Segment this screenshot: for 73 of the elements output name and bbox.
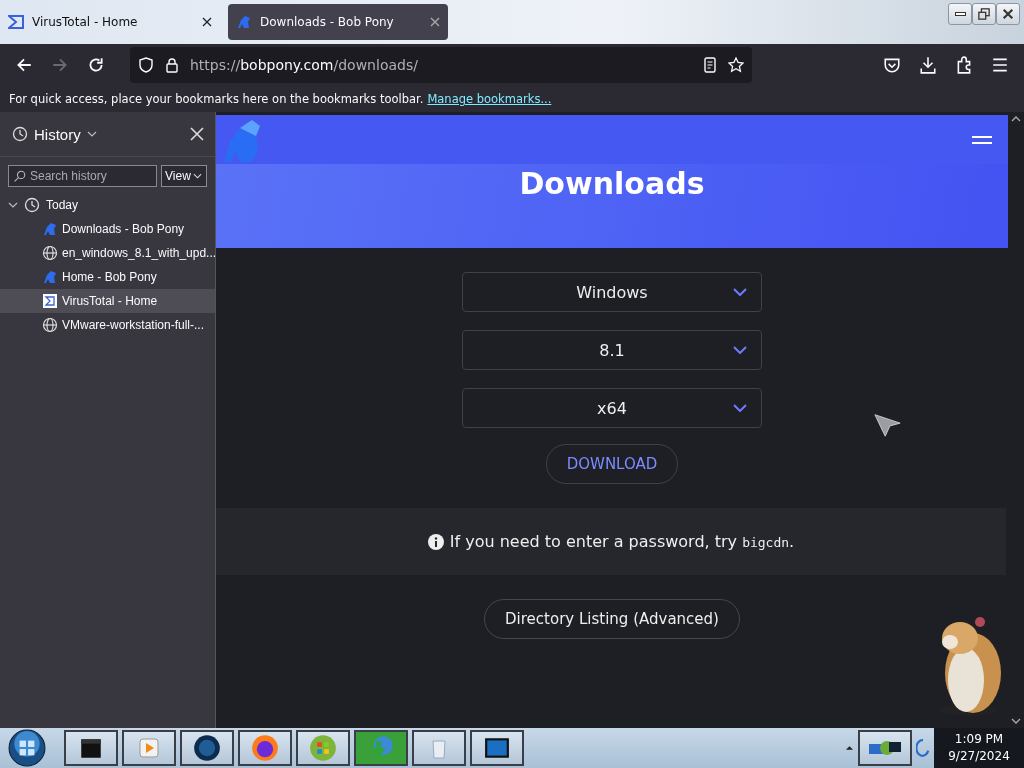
back-icon[interactable] [15,56,33,74]
chevron-icon [733,404,747,412]
globe-icon [42,317,58,333]
scroll-down-icon[interactable] [1011,718,1021,724]
clock-icon [24,197,40,213]
minimize-button[interactable] [948,3,972,25]
bookmarks-message: For quick access, place your bookmarks here on the bookmarks toolbar. [9,92,424,106]
pony-icon [236,14,252,30]
restore-button[interactable] [972,3,996,25]
extensions-icon[interactable] [955,56,973,74]
chevron-icon [733,288,747,296]
close-icon[interactable] [202,17,212,27]
dropdown[interactable]: Windows [462,272,762,312]
pony-icon [42,221,58,237]
windows-logo-icon[interactable] [296,730,350,766]
url-text: https://bobpony.com/downloads/ [190,57,418,73]
taskbar-app-icon[interactable] [64,730,118,766]
search-field[interactable]: Search history [8,165,157,187]
chevron-icon [192,173,202,179]
view-button[interactable]: View [161,165,207,187]
address-bar[interactable]: https://bobpony.com/downloads/ [130,47,752,83]
chevron-icon[interactable] [86,131,97,137]
sidebar-title[interactable]: History [34,125,81,143]
start-button[interactable] [8,729,46,767]
page-heading: Downloads [518,165,706,201]
minimize-icon [954,12,966,16]
scrollbar[interactable] [1008,112,1024,728]
close-button[interactable] [996,3,1020,25]
reader-view-icon[interactable] [702,57,718,73]
monitor-icon[interactable] [470,730,524,766]
menu-icon[interactable] [991,56,1009,74]
clock-date: 9/27/2024 [948,748,1010,765]
pocket-icon[interactable] [883,56,901,74]
tray-icon[interactable] [916,738,930,758]
forward-icon[interactable] [51,56,69,74]
twisty-icon[interactable] [8,200,18,210]
tab-title: VirusTotal - Home [32,15,139,29]
history-item[interactable]: en_windows_8.1_with_upd... [0,241,215,265]
chevron-icon [733,346,747,354]
recycle-bin-icon[interactable] [412,730,466,766]
dropdown[interactable]: x64 [462,388,762,428]
cursor-icon [874,412,902,438]
info-icon [427,533,444,550]
scroll-up-icon[interactable] [1011,116,1021,122]
notice-text: If you need to enter a password, try bigcdn. [449,532,795,551]
history-item[interactable]: VMware-workstation-full-... [0,313,215,337]
reload-icon[interactable] [87,56,105,74]
globe-icon [42,245,58,261]
history-group[interactable]: Today [0,193,215,217]
network-tray-icon[interactable] [858,730,912,766]
restore-icon [978,8,990,20]
media-player-icon[interactable] [122,730,176,766]
pony-icon [42,269,58,285]
globe-app-icon[interactable] [180,730,234,766]
dropdown[interactable]: 8.1 [462,330,762,370]
browser-tab[interactable]: Downloads - Bob Pony [228,4,448,40]
shield-icon [138,57,154,73]
browser-tab[interactable]: VirusTotal - Home [0,4,220,40]
manage-bookmarks-link[interactable]: Manage bookmarks... [427,92,552,106]
sigma-icon [42,293,58,309]
lock-icon [164,57,180,73]
tab-title: Downloads - Bob Pony [260,15,395,29]
close-icon [1002,8,1014,20]
sigma-icon [8,14,24,30]
star-icon[interactable] [728,57,744,73]
show-hidden-icons-icon[interactable] [845,745,854,751]
history-item[interactable]: VirusTotal - Home [0,289,215,313]
download-icon[interactable] [919,56,937,74]
clock-icon [12,126,28,142]
history-item[interactable]: Downloads - Bob Pony [0,217,215,241]
history-item[interactable]: Home - Bob Pony [0,265,215,289]
taskbar-clock[interactable]: 1:09 PM 9/27/2024 [934,728,1024,768]
clock-time: 1:09 PM [954,731,1004,748]
